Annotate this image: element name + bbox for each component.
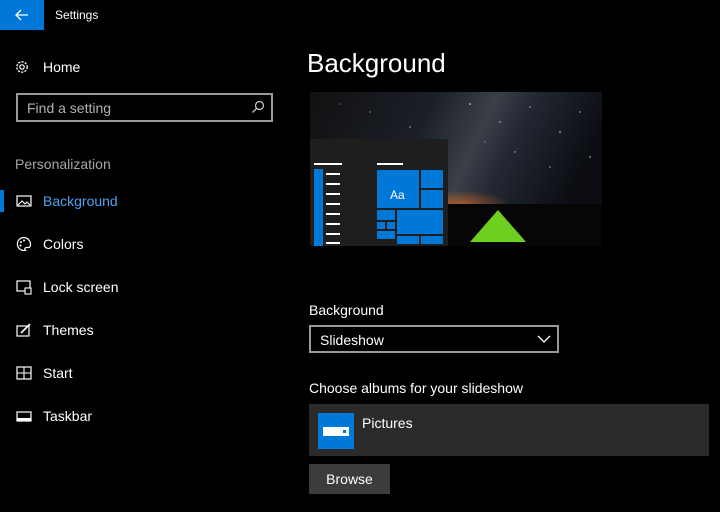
preview-tile-text: Aa: [390, 188, 405, 202]
themes-icon: [16, 323, 31, 337]
gear-icon: [16, 61, 28, 73]
preview-line: [326, 242, 340, 244]
preview-line: [314, 163, 342, 165]
arrow-left-icon: [15, 9, 28, 21]
preview-line: [326, 203, 340, 205]
albums-label: Choose albums for your slideshow: [309, 380, 523, 396]
preview-tile: [421, 170, 443, 188]
page-title: Background: [307, 48, 446, 78]
preview-tile: [387, 222, 395, 229]
preview-tile: [397, 236, 419, 244]
sidebar: Home Find a setting Personalization Back…: [0, 30, 290, 512]
preview-tile: [377, 210, 395, 220]
sidebar-item-start[interactable]: Start: [0, 359, 290, 387]
start-menu-preview: Aa: [310, 139, 448, 246]
section-heading: Personalization: [15, 156, 111, 172]
search-input[interactable]: Find a setting: [16, 93, 273, 122]
sidebar-item-label: Start: [43, 365, 73, 381]
browse-button[interactable]: Browse: [309, 464, 390, 494]
taskbar-icon: [16, 411, 32, 422]
active-indicator: [0, 190, 4, 212]
preview-line: [326, 233, 340, 235]
preview-line: [326, 183, 340, 185]
preview-line: [326, 223, 340, 225]
sidebar-item-taskbar[interactable]: Taskbar: [0, 402, 290, 430]
back-button[interactable]: [0, 0, 44, 30]
sidebar-item-colors[interactable]: Colors: [0, 230, 290, 258]
home-link[interactable]: Home: [14, 57, 80, 77]
search-placeholder: Find a setting: [27, 100, 112, 116]
sidebar-item-lock-screen[interactable]: Lock screen: [0, 273, 290, 301]
sidebar-item-label: Colors: [43, 236, 84, 252]
preview-tile: [377, 231, 395, 239]
background-preview: Aa: [310, 92, 602, 246]
sidebar-item-label: Themes: [43, 322, 94, 338]
preview-line: [326, 193, 340, 195]
sidebar-item-label: Background: [43, 193, 118, 209]
sidebar-item-background[interactable]: Background: [0, 187, 290, 215]
background-type-dropdown[interactable]: Slideshow: [309, 325, 559, 353]
home-label: Home: [43, 59, 81, 75]
folder-icon: [318, 413, 354, 449]
preview-tile: [377, 222, 385, 229]
title-bar: Settings: [0, 0, 720, 30]
start-icon: [16, 366, 32, 380]
sidebar-item-label: Lock screen: [43, 279, 119, 295]
sidebar-item-label: Taskbar: [43, 408, 93, 424]
lock-screen-icon: [16, 280, 32, 295]
preview-tile: [397, 210, 443, 234]
chevron-down-icon: [537, 335, 551, 343]
sidebar-item-themes[interactable]: Themes: [0, 316, 290, 344]
preview-side-bar: [314, 169, 323, 246]
preview-line: [326, 213, 340, 215]
preview-line: [377, 163, 403, 165]
window-title: Settings: [55, 8, 99, 22]
palette-icon: [16, 236, 32, 252]
album-name: Pictures: [362, 415, 413, 431]
background-type-label: Background: [309, 302, 384, 318]
preview-tile: [421, 236, 443, 244]
album-item-pictures[interactable]: Pictures: [309, 404, 709, 456]
picture-icon: [16, 195, 32, 207]
preview-tile: [421, 190, 443, 208]
tent: [470, 210, 526, 242]
dropdown-value: Slideshow: [320, 332, 384, 348]
search-icon: [252, 100, 265, 113]
preview-line: [326, 173, 340, 175]
